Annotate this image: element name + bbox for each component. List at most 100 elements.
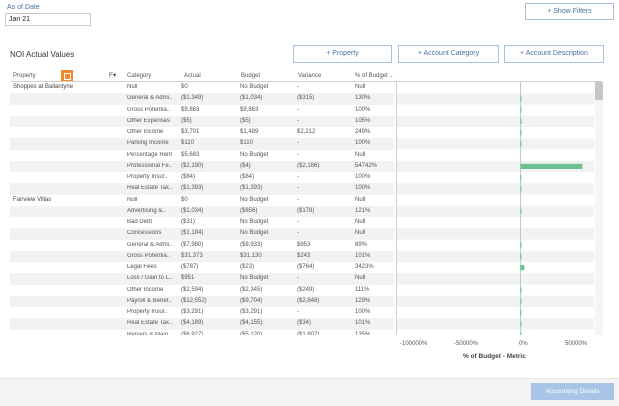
bar[interactable] bbox=[520, 298, 522, 304]
table-row[interactable]: Legal Fees ($787) ($23) ($764) 3423% bbox=[10, 262, 394, 273]
cell-budget: ($5) bbox=[240, 117, 251, 124]
bar[interactable] bbox=[520, 130, 522, 136]
cell-budget: $110 bbox=[240, 140, 253, 147]
table-row[interactable]: Loss / Gain to L.. $951 No Budget - Null bbox=[10, 273, 394, 285]
cell-category: Other Income bbox=[127, 129, 164, 135]
table-row[interactable]: Shoppes at Ballantyne Null $0 No Budget - Nul… bbox=[10, 82, 394, 93]
cell-actual: ($7,980) bbox=[181, 241, 204, 248]
cell-variance: - bbox=[297, 117, 299, 124]
table-row[interactable]: Other Income ($2,594) ($2,345) ($249) 111% bbox=[10, 285, 394, 296]
cell-variance: ($764) bbox=[297, 264, 315, 270]
as-of-date-input[interactable]: Jan 21 bbox=[5, 13, 91, 26]
cell-pct: 101% bbox=[355, 320, 371, 327]
table-row[interactable]: General & Admi.. ($7,980) ($8,933) $953 89% bbox=[10, 240, 394, 251]
bar[interactable] bbox=[520, 321, 522, 327]
cell-category: Bad Debt bbox=[127, 219, 153, 225]
chart-row-band bbox=[396, 138, 594, 150]
cell-property: Fairview Villas bbox=[13, 196, 52, 203]
cell-category: Real Estate Tax.. bbox=[127, 185, 173, 192]
table-row[interactable]: Bad Debt ($31) No Budget - Null bbox=[10, 217, 394, 228]
cell-actual: ($12,552) bbox=[181, 297, 207, 304]
table-row[interactable]: Repairs & Main.. ($6,927) ($5,120) ($1,807)… bbox=[10, 330, 394, 336]
show-filters-button[interactable]: + Show Filters bbox=[525, 3, 614, 20]
cell-variance: - bbox=[297, 84, 299, 90]
table-row[interactable]: Property Insur.. ($3,291) ($3,291) - 100% bbox=[10, 307, 394, 318]
bar[interactable] bbox=[520, 332, 522, 336]
bar[interactable] bbox=[520, 287, 522, 293]
cell-budget: No Budget bbox=[240, 196, 269, 203]
bar[interactable] bbox=[520, 208, 522, 214]
bar[interactable] bbox=[520, 141, 522, 147]
cell-pct: 89% bbox=[355, 241, 368, 248]
add-account-category-button[interactable]: + Account Category bbox=[398, 45, 499, 63]
cell-category: Parking Income bbox=[127, 140, 169, 147]
cell-property: Shoppes at Ballantyne bbox=[13, 84, 74, 90]
table-row[interactable]: Other Income $3,701 $1,489 $2,212 249% bbox=[10, 127, 394, 138]
cell-actual: $5,683 bbox=[181, 151, 200, 158]
table-row[interactable]: Percentage Rent $5,683 No Budget - Null bbox=[10, 150, 394, 161]
cell-category: Repairs & Main.. bbox=[127, 331, 172, 336]
chart-row-band bbox=[396, 250, 594, 262]
accounting-details-button[interactable]: Accounting Details bbox=[531, 383, 614, 400]
table-row[interactable]: Payroll & Benef.. ($12,552) ($9,704) ($2,84… bbox=[10, 295, 394, 307]
cell-actual: ($3,291) bbox=[181, 309, 204, 315]
cell-actual: ($84) bbox=[181, 174, 196, 180]
chart-row-band bbox=[396, 205, 594, 217]
table-row[interactable]: Advertising &.. ($1,034) ($856) ($178) 121% bbox=[10, 205, 394, 217]
cell-variance: ($2,186) bbox=[297, 162, 320, 169]
cell-budget: ($8,933) bbox=[240, 241, 263, 248]
bar[interactable] bbox=[520, 186, 522, 192]
add-account-description-button[interactable]: + Account Description bbox=[504, 45, 604, 63]
cell-category: Gross Potentia.. bbox=[127, 106, 171, 113]
cell-actual: $0 bbox=[181, 84, 188, 90]
chart-row-band bbox=[396, 183, 594, 195]
sort-icon[interactable]: F▾ bbox=[109, 71, 116, 79]
bar[interactable] bbox=[520, 242, 522, 248]
cell-category: Property Insur.. bbox=[127, 309, 168, 315]
table-row[interactable]: Other Expenses ($5) ($5) - 105% bbox=[10, 115, 394, 127]
bar[interactable] bbox=[520, 118, 522, 124]
cell-variance: - bbox=[297, 151, 299, 158]
cell-variance: - bbox=[297, 140, 299, 147]
table-row[interactable]: Professional Fe.. ($2,190) ($4) ($2,186) 547… bbox=[10, 160, 394, 172]
add-property-button[interactable]: + Property bbox=[293, 45, 392, 63]
cell-variance: - bbox=[297, 230, 299, 237]
bar[interactable] bbox=[520, 107, 522, 113]
cell-category: Null bbox=[127, 84, 138, 90]
scrollbar-thumb[interactable] bbox=[595, 82, 603, 100]
vertical-scrollbar[interactable] bbox=[595, 82, 603, 335]
table-row[interactable]: Real Estate Tax.. ($1,393) ($1,393) - 100% bbox=[10, 183, 394, 195]
cell-pct: 100% bbox=[355, 106, 371, 113]
table-row[interactable]: Property Insur.. ($84) ($84) - 100% bbox=[10, 172, 394, 183]
cell-budget: ($23) bbox=[240, 264, 255, 270]
cell-pct: 54742% bbox=[355, 162, 378, 169]
table-row[interactable]: Real Estate Tax.. ($4,189) ($4,155) ($34) 10… bbox=[10, 318, 394, 330]
bar[interactable] bbox=[520, 96, 522, 102]
column-header-variance: Variance bbox=[298, 73, 322, 79]
cell-variance: - bbox=[297, 219, 299, 225]
chart-row-band bbox=[396, 115, 594, 127]
table-row[interactable]: Concessions ($1,184) No Budget - Null bbox=[10, 228, 394, 240]
cell-variance: $2,212 bbox=[297, 129, 316, 135]
cell-pct: 130% bbox=[355, 95, 371, 102]
cell-actual: ($2,190) bbox=[181, 162, 204, 169]
cell-variance: ($249) bbox=[297, 286, 315, 293]
table-row[interactable]: General & Admi.. ($1,349) ($1,034) ($315) 13… bbox=[10, 93, 394, 105]
table-row[interactable]: Gross Potentia.. $9,863 $9,863 - 100% bbox=[10, 105, 394, 116]
table-row[interactable]: Parking Income $110 $110 - 100% bbox=[10, 138, 394, 150]
table-row[interactable]: Fairview Villas Null $0 No Budget - Null bbox=[10, 195, 394, 206]
cell-actual: ($1,034) bbox=[181, 207, 204, 214]
cell-variance: $953 bbox=[297, 241, 311, 248]
bar[interactable] bbox=[520, 310, 522, 316]
cell-category: Other Income bbox=[127, 286, 164, 293]
bar[interactable] bbox=[520, 175, 522, 181]
cell-pct: 111% bbox=[355, 286, 370, 293]
bar[interactable] bbox=[520, 265, 525, 271]
table-row[interactable]: Gross Potentia.. $31,373 $31,130 $243 101% bbox=[10, 250, 394, 262]
cell-category: General & Admi.. bbox=[127, 241, 173, 248]
bar[interactable] bbox=[520, 253, 522, 259]
cell-variance: - bbox=[297, 174, 299, 180]
cell-category: Percentage Rent bbox=[127, 151, 173, 158]
cell-actual: ($4,189) bbox=[181, 320, 204, 327]
bar[interactable] bbox=[520, 163, 583, 169]
